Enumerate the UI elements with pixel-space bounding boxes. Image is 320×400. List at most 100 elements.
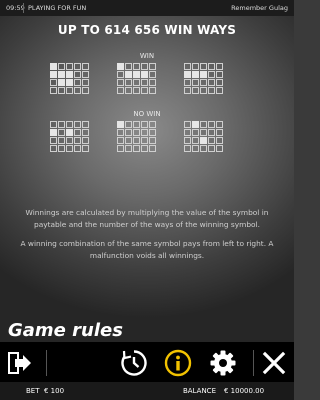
grid-cell: [208, 71, 215, 78]
grid-cell: [82, 87, 89, 94]
grid-cell: [58, 145, 65, 152]
win-example-grid: [117, 63, 156, 94]
history-icon: [121, 350, 147, 376]
grid-cell: [141, 79, 148, 86]
grid-cell: [200, 121, 207, 128]
grid-cell: [192, 137, 199, 144]
rules-paragraph-1: Winnings are calculated by multiplying t…: [25, 208, 269, 229]
grid-cell: [184, 79, 191, 86]
grid-cell: [184, 63, 191, 70]
grid-cell: [216, 137, 223, 144]
grid-cell: [117, 137, 124, 144]
grid-cell: [149, 129, 156, 136]
grid-cell-highlighted: [125, 71, 132, 78]
bet-label: BET: [26, 387, 40, 395]
grid-cell: [117, 87, 124, 94]
balance-value: € 10000.00: [224, 387, 265, 395]
grid-cell: [74, 87, 81, 94]
grid-cell: [125, 79, 132, 86]
exit-button[interactable]: [5, 348, 35, 378]
info-icon: [164, 349, 192, 377]
grid-cell: [141, 63, 148, 70]
grid-cell: [133, 63, 140, 70]
grid-cell: [82, 63, 89, 70]
grid-cell-highlighted: [200, 137, 207, 144]
grid-cell: [192, 87, 199, 94]
grid-cell-highlighted: [50, 63, 57, 70]
grid-cell: [50, 121, 57, 128]
grid-cell: [117, 71, 124, 78]
grid-cell: [149, 87, 156, 94]
settings-button[interactable]: [208, 348, 238, 378]
grid-cell: [125, 87, 132, 94]
history-button[interactable]: [119, 348, 149, 378]
grid-cell: [208, 129, 215, 136]
grid-cell: [192, 129, 199, 136]
grid-cell: [66, 121, 73, 128]
grid-cell: [50, 79, 57, 86]
grid-cell: [74, 145, 81, 152]
grid-cell: [58, 63, 65, 70]
grid-cell: [184, 129, 191, 136]
grid-cell: [216, 145, 223, 152]
grid-cell: [141, 129, 148, 136]
grid-cell: [74, 79, 81, 86]
grid-cell: [141, 87, 148, 94]
grid-cell: [66, 87, 73, 94]
grid-cell: [149, 137, 156, 144]
grid-cell: [125, 121, 132, 128]
grid-cell: [149, 79, 156, 86]
grid-cell: [133, 129, 140, 136]
grid-cell: [192, 63, 199, 70]
grid-cell: [216, 63, 223, 70]
grid-cell: [200, 145, 207, 152]
grid-cell: [149, 121, 156, 128]
toolbar-divider: [253, 350, 254, 376]
game-name: Remember Gulag: [231, 4, 288, 12]
bet-value: € 100: [44, 387, 65, 395]
grid-cell: [66, 145, 73, 152]
grid-cell: [208, 145, 215, 152]
grid-cell: [192, 145, 199, 152]
grid-cell: [133, 87, 140, 94]
grid-cell: [50, 145, 57, 152]
grid-cell: [58, 121, 65, 128]
grid-cell: [216, 87, 223, 94]
grid-cell-highlighted: [58, 71, 65, 78]
info-button[interactable]: [163, 348, 193, 378]
grid-cell: [50, 137, 57, 144]
grid-cell: [141, 145, 148, 152]
grid-cell-highlighted: [117, 63, 124, 70]
grid-cell: [184, 145, 191, 152]
grid-cell: [125, 63, 132, 70]
clock: 09:59: [6, 4, 25, 12]
grid-cell: [216, 129, 223, 136]
exit-icon: [8, 352, 31, 374]
grid-cell: [149, 71, 156, 78]
grid-cell: [82, 129, 89, 136]
grid-cell: [149, 63, 156, 70]
win-label: WIN: [139, 52, 155, 60]
balance-label: BALANCE: [183, 387, 216, 395]
grid-cell-highlighted: [66, 129, 73, 136]
divider: [23, 3, 24, 13]
grid-cell: [58, 129, 65, 136]
grid-cell: [82, 121, 89, 128]
grid-cell: [200, 87, 207, 94]
grid-cell: [125, 129, 132, 136]
grid-cell-highlighted: [50, 129, 57, 136]
grid-cell: [208, 79, 215, 86]
grid-cell: [125, 137, 132, 144]
grid-cell-highlighted: [66, 71, 73, 78]
grid-cell: [208, 63, 215, 70]
grid-cell: [200, 129, 207, 136]
grid-cell: [74, 71, 81, 78]
grid-cell: [216, 79, 223, 86]
grid-cell: [133, 137, 140, 144]
grid-cell: [184, 137, 191, 144]
grid-cell-highlighted: [184, 71, 191, 78]
win-example-grid: [184, 63, 223, 94]
grid-cell: [141, 121, 148, 128]
close-button[interactable]: [259, 348, 289, 378]
section-heading: Game rules: [8, 320, 123, 341]
